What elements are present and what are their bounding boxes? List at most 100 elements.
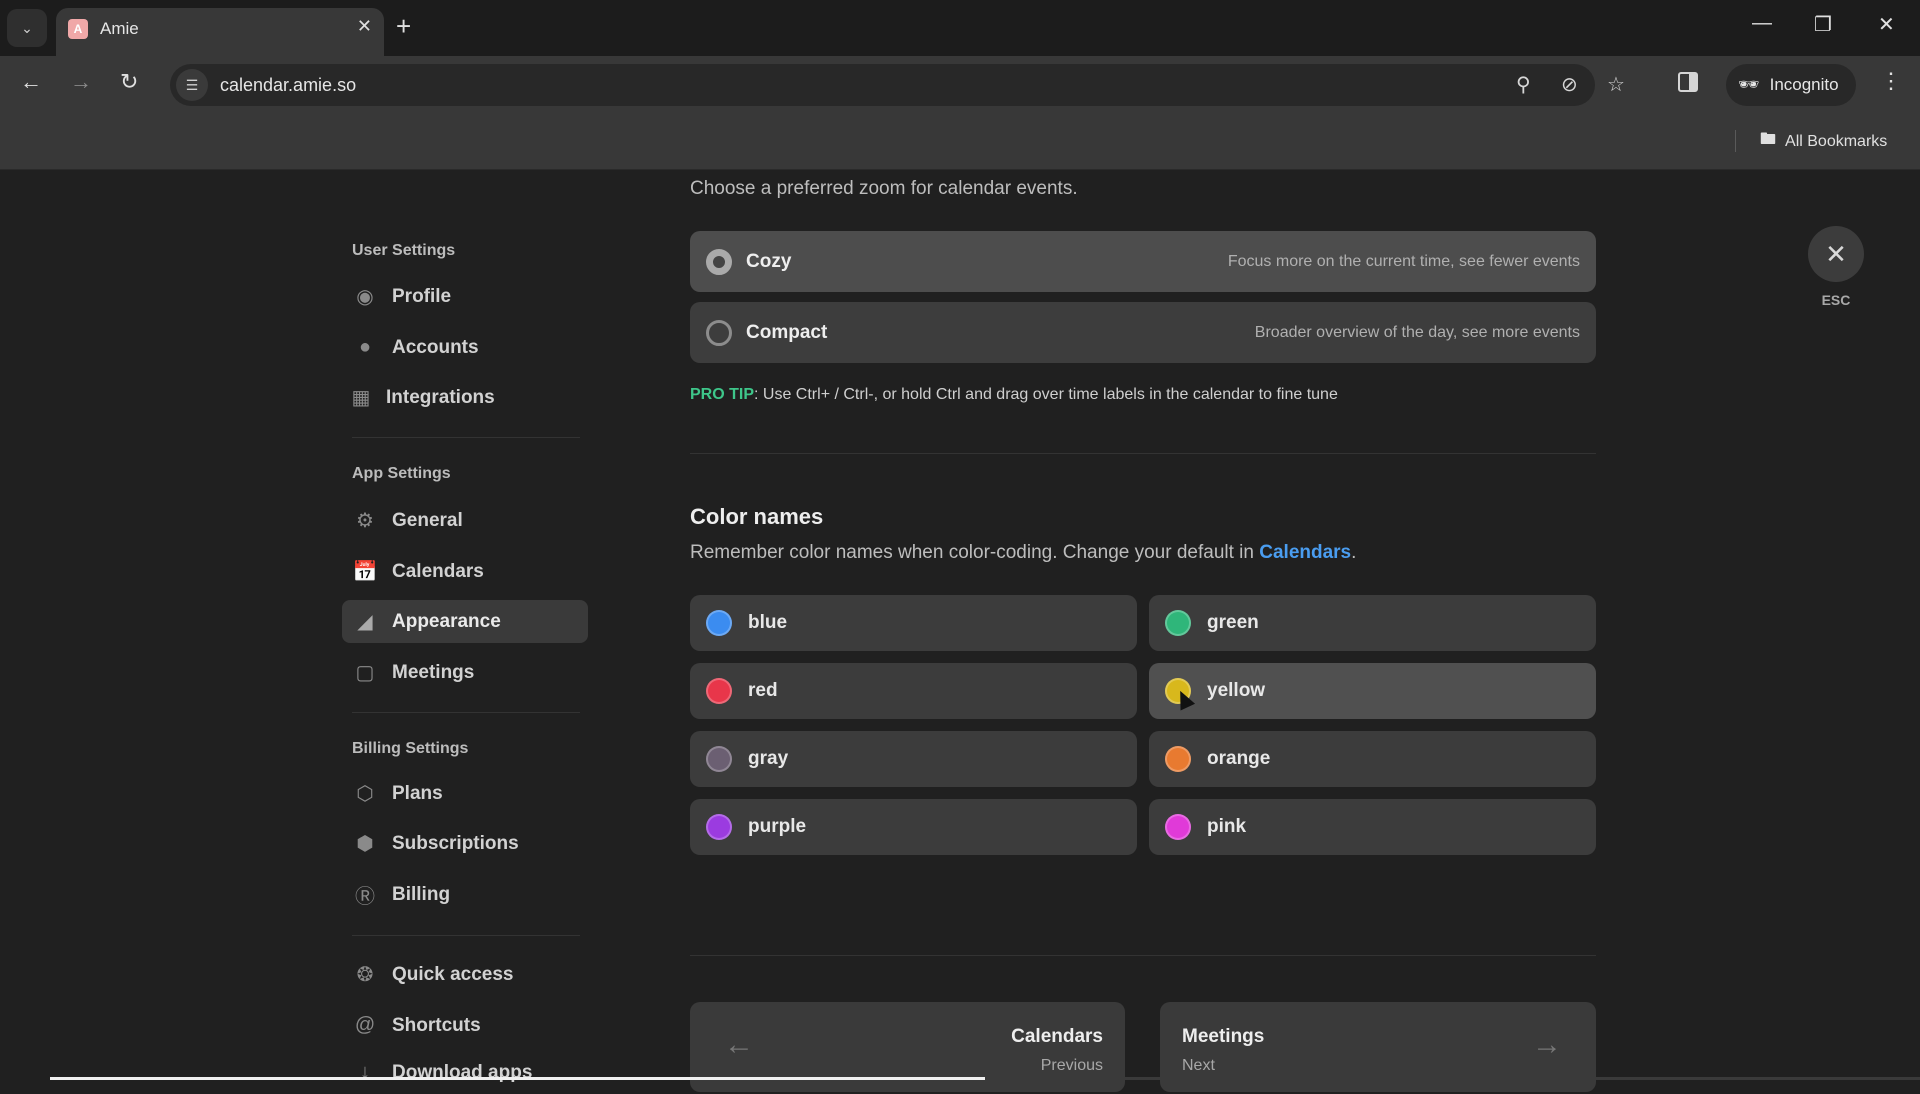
section-divider (690, 453, 1596, 454)
previous-page-label: Previous (1040, 1057, 1103, 1074)
color-name-label: purple (748, 816, 807, 837)
color-names-heading: Color names (690, 504, 824, 529)
color-name-gray[interactable]: gray (690, 731, 1137, 787)
sidebar-item-subscriptions[interactable]: ⬢ Subscriptions (342, 822, 588, 865)
sidebar-item-calendars[interactable]: 📅 Calendars (342, 550, 588, 593)
arrow-left-icon: ← (724, 1028, 754, 1061)
color-name-pink[interactable]: pink (1149, 799, 1596, 855)
browser-tab[interactable]: A Amie ✕ (56, 8, 384, 56)
forward-button[interactable]: → (70, 69, 92, 95)
bookmarks-divider (1735, 130, 1736, 152)
zoom-subtitle: Choose a preferred zoom for calendar eve… (690, 178, 1078, 199)
sidebar-divider (352, 437, 580, 438)
sidebar-header-app-settings: App Settings (352, 465, 451, 482)
sidebar-item-plans[interactable]: ⬡ Plans (342, 772, 588, 815)
zoom-option-label: Compact (746, 321, 828, 343)
color-name-label: gray (748, 748, 789, 769)
incognito-label: Incognito (1769, 75, 1839, 94)
sidebar-item-label: Calendars (392, 560, 484, 582)
at-icon: @ (354, 1014, 376, 1036)
sidebar-item-label: Appearance (392, 610, 501, 632)
tab-search-button[interactable]: ⌄ (7, 9, 47, 47)
sidebar-item-meetings[interactable]: ▢ Meetings (342, 651, 588, 694)
tab-title: Amie (100, 19, 139, 38)
color-swatch-icon (1165, 814, 1191, 840)
sidebar-item-shortcuts[interactable]: @ Shortcuts (342, 1004, 588, 1047)
address-bar[interactable]: ☰ calendar.amie.so ⚲ ⊘ ☆ (170, 64, 1625, 106)
browser-toolbar: ← → ↻ ☰ calendar.amie.so ⚲ ⊘ ☆ 🕶 Incogni… (0, 56, 1920, 114)
sidebar-divider (352, 712, 580, 713)
sidebar-item-integrations[interactable]: ▦ Integrations (342, 376, 588, 419)
bookmarks-bar: 🖿 All Bookmarks (0, 114, 1920, 170)
close-icon: ✕ (1825, 238, 1847, 269)
calendars-link[interactable]: Calendars (1259, 542, 1351, 563)
color-name-green[interactable]: green (1149, 595, 1596, 651)
zoom-option-label: Cozy (746, 250, 792, 272)
arrow-right-icon: → (1532, 1028, 1562, 1061)
sidebar-item-label: Meetings (392, 661, 475, 683)
sidebar-header-billing-settings: Billing Settings (352, 740, 469, 757)
sidebar-item-quick-access[interactable]: ❂ Quick access (342, 953, 588, 996)
close-settings-button[interactable]: ✕ (1808, 226, 1864, 282)
new-tab-button[interactable]: + (396, 12, 411, 40)
color-name-label: pink (1207, 816, 1247, 837)
zoom-option-description: Focus more on the current time, see fewe… (1227, 252, 1580, 270)
color-name-yellow[interactable]: yellow (1149, 663, 1596, 719)
zoom-option-description: Broader overview of the day, see more ev… (1254, 323, 1580, 341)
color-names-description: Remember color names when color-coding. … (690, 542, 1356, 564)
amie-favicon-icon: A (68, 19, 88, 39)
color-name-label: red (748, 680, 778, 701)
zoom-option-compact[interactable]: Compact Broader overview of the day, see… (690, 302, 1596, 363)
browser-tab-bar: ⌄ A Amie ✕ + — ❐ ✕ (0, 0, 1920, 56)
star-icon[interactable]: ☆ (1607, 72, 1625, 97)
next-page-title: Meetings (1182, 1026, 1265, 1047)
kebab-menu-icon[interactable]: ⋮ (1880, 68, 1902, 94)
description-period: . (1351, 542, 1357, 563)
zoom-option-cozy[interactable]: Cozy Focus more on the current time, see… (690, 231, 1596, 292)
sidebar-item-appearance[interactable]: ◢ Appearance (342, 600, 588, 643)
all-bookmarks-label: All Bookmarks (1785, 132, 1888, 150)
url-text[interactable]: calendar.amie.so (220, 75, 356, 96)
settings-page: User Settings ◉ Profile ● Accounts ▦ Int… (0, 170, 1920, 1092)
eye-off-icon[interactable]: ⊘ (1561, 72, 1578, 97)
sidebar-item-label: Shortcuts (392, 1014, 481, 1036)
sidebar-item-label: Plans (392, 782, 443, 804)
radio-selected-icon[interactable] (706, 248, 732, 275)
sidebar-item-accounts[interactable]: ● Accounts (342, 326, 588, 369)
color-swatch-icon (706, 678, 732, 704)
window-close-icon[interactable]: ✕ (1878, 12, 1895, 37)
back-button[interactable]: ← (20, 69, 42, 95)
color-name-red[interactable]: red (690, 663, 1137, 719)
radio-unselected-icon[interactable] (706, 319, 732, 346)
restore-icon[interactable]: ❐ (1814, 12, 1832, 37)
hexagon-icon: ⬡ (356, 783, 374, 805)
sidebar-item-billing[interactable]: Ⓡ Billing (342, 873, 588, 916)
side-panel-icon[interactable] (1678, 72, 1698, 92)
color-name-label: orange (1207, 748, 1271, 769)
location-pin-icon[interactable]: ⚲ (1516, 72, 1531, 97)
pro-tip-text: : Use Ctrl+ / Ctrl-, or hold Ctrl and dr… (754, 386, 1338, 403)
chevron-down-icon: ⌄ (21, 19, 33, 36)
all-bookmarks-button[interactable]: 🖿 All Bookmarks (1760, 128, 1887, 155)
video-camera-icon: ▢ (355, 662, 375, 684)
description-text: Remember color names when color-coding. … (690, 542, 1260, 563)
sidebar-item-label: Subscriptions (392, 832, 519, 854)
incognito-indicator[interactable]: 🕶 Incognito (1726, 64, 1856, 106)
color-name-purple[interactable]: purple (690, 799, 1137, 855)
tab-close-icon[interactable]: ✕ (357, 16, 372, 37)
minimize-icon[interactable]: — (1752, 12, 1772, 35)
calendar-icon: 📅 (352, 561, 378, 583)
color-name-label: yellow (1207, 680, 1266, 701)
reload-button[interactable]: ↻ (120, 69, 138, 95)
color-swatch-icon (1165, 610, 1191, 636)
color-name-orange[interactable]: orange (1149, 731, 1596, 787)
incognito-icon: 🕶 (1738, 75, 1760, 94)
color-name-blue[interactable]: blue (690, 595, 1137, 651)
sidebar-item-download-apps[interactable]: ↓ Download apps (342, 1051, 588, 1094)
pro-tip: PRO TIP: Use Ctrl+ / Ctrl-, or hold Ctrl… (690, 386, 1338, 404)
folder-icon: 🖿 (1760, 131, 1777, 148)
site-info-icon[interactable]: ☰ (176, 69, 208, 101)
dollar-icon: Ⓡ (355, 886, 375, 908)
sidebar-item-profile[interactable]: ◉ Profile (342, 275, 588, 318)
sidebar-item-general[interactable]: ⚙ General (342, 499, 588, 542)
